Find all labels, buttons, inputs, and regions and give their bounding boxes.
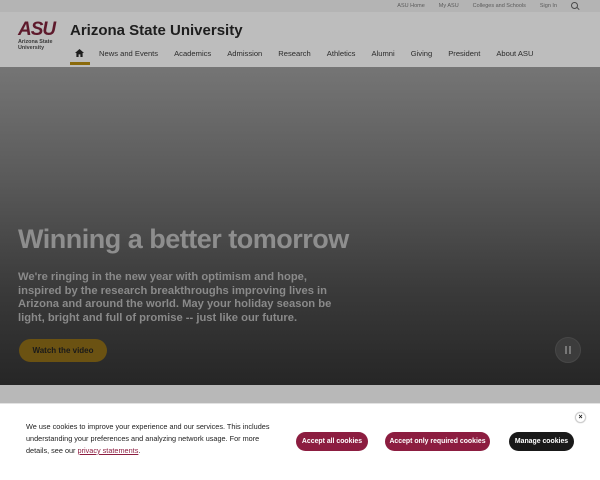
pause-button[interactable] — [555, 337, 581, 363]
hero-title: Winning a better tomorrow — [18, 224, 349, 254]
nav-item-athletics[interactable]: Athletics — [327, 49, 356, 58]
content-strip — [0, 385, 600, 403]
utility-link-my-asu[interactable]: My ASU — [439, 3, 459, 9]
utility-link-asu-home[interactable]: ASU Home — [397, 3, 425, 9]
nav-item-giving[interactable]: Giving — [411, 49, 433, 58]
utility-link-colleges[interactable]: Colleges and Schools — [473, 3, 526, 9]
utility-links: ASU Home My ASU Colleges and Schools Sig… — [397, 0, 580, 12]
privacy-statements-link[interactable]: privacy statements — [78, 446, 139, 455]
cookie-message-text: We use cookies to improve your experienc… — [26, 422, 270, 455]
active-indicator — [70, 62, 90, 65]
cookie-banner: We use cookies to improve your experienc… — [0, 403, 600, 480]
accept-required-cookies-button[interactable]: Accept only required cookies — [385, 432, 490, 451]
nav-item-news-events[interactable]: News and Events — [99, 49, 158, 58]
utility-link-sign-in[interactable]: Sign In — [540, 3, 557, 9]
logo-mark: ASU — [18, 19, 56, 40]
nav-item-admission[interactable]: Admission — [227, 49, 262, 58]
logo-subtext-2: University — [18, 45, 45, 51]
nav-item-research[interactable]: Research — [278, 49, 311, 58]
site-header: ASU Arizona State University Arizona Sta… — [0, 12, 600, 67]
accept-all-cookies-button[interactable]: Accept all cookies — [296, 432, 368, 451]
cookie-message: We use cookies to improve your experienc… — [26, 421, 276, 457]
hero-section: Winning a better tomorrow We're ringing … — [0, 67, 600, 385]
nav-item-academics[interactable]: Academics — [174, 49, 211, 58]
nav-item-president[interactable]: President — [448, 49, 480, 58]
search-icon[interactable] — [571, 1, 580, 11]
cookie-message-end: . — [138, 446, 141, 455]
pause-icon — [565, 346, 572, 354]
nav-item-about-asu[interactable]: About ASU — [496, 49, 533, 58]
watch-video-button[interactable]: Watch the video — [19, 339, 107, 362]
nav-item-alumni[interactable]: Alumni — [371, 49, 394, 58]
home-icon — [75, 49, 84, 57]
nav-item-home[interactable] — [70, 46, 90, 65]
asu-logo[interactable]: ASU Arizona State University — [18, 20, 68, 54]
site-title[interactable]: Arizona State University — [70, 22, 243, 39]
utility-bar: ASU Home My ASU Colleges and Schools Sig… — [0, 0, 600, 12]
hero-body: We're ringing in the new year with optim… — [18, 271, 332, 324]
manage-cookies-button[interactable]: Manage cookies — [509, 432, 574, 451]
main-nav: News and Events Academics Admission Rese… — [70, 46, 549, 65]
close-icon[interactable]: × — [575, 412, 586, 423]
